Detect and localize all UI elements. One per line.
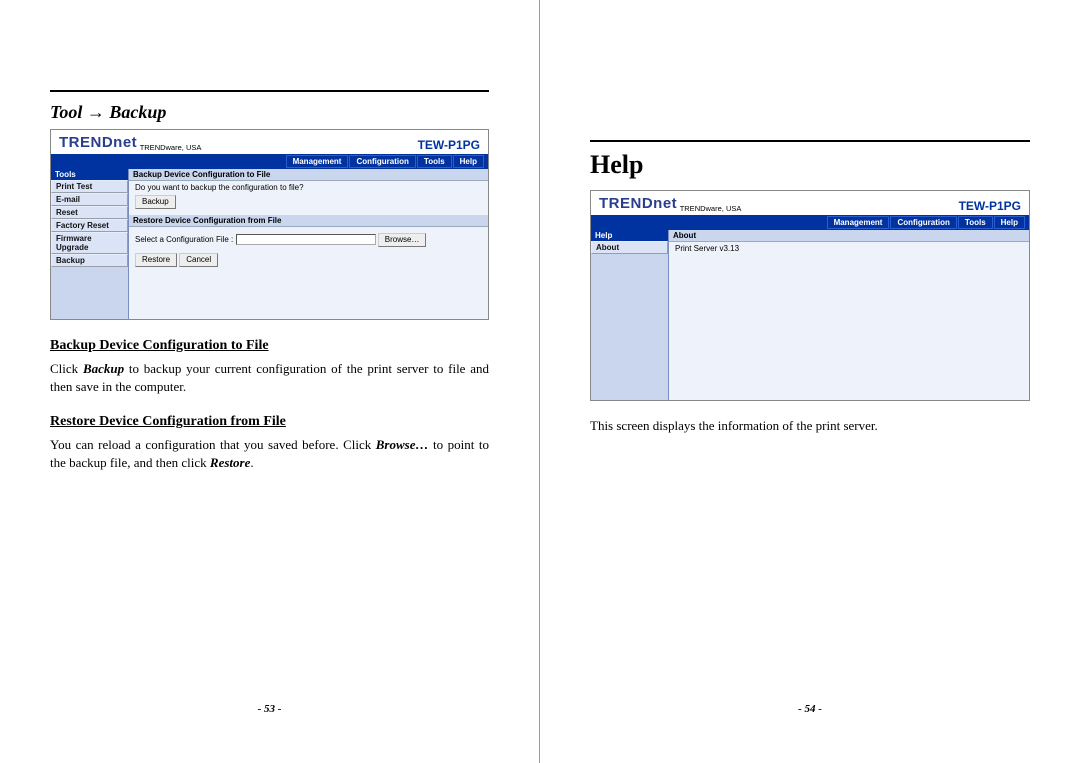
content-bar-about: About [669, 230, 1029, 242]
screenshot-tool-backup: TRENDnet TRENDware, USA TEW-P1PG Managem… [50, 129, 489, 320]
para-backup: Click Backup to backup your current conf… [50, 360, 489, 396]
subheading-restore: Restore Device Configuration from File [50, 414, 489, 430]
top-nav: Management Configuration Tools Help [51, 154, 488, 169]
nav-help[interactable]: Help [453, 155, 484, 168]
subheading-backup: Backup Device Configuration to File [50, 338, 489, 354]
sidebar-item-reset[interactable]: Reset [51, 206, 128, 219]
caption-help: This screen displays the information of … [590, 417, 1030, 435]
browse-button[interactable]: Browse… [378, 233, 427, 247]
sidebar-item-print-test[interactable]: Print Test [51, 180, 128, 193]
brand-subtitle: TRENDware, USA [680, 204, 742, 213]
sidebar-header: Help [591, 230, 668, 241]
nav-tools[interactable]: Tools [417, 155, 452, 168]
file-path-input[interactable] [236, 234, 376, 245]
sidebar: Tools Print Test E-mail Reset Factory Re… [51, 169, 129, 319]
nav-configuration[interactable]: Configuration [890, 216, 956, 229]
nav-management[interactable]: Management [286, 155, 349, 168]
nav-tools[interactable]: Tools [958, 216, 993, 229]
section-rule [590, 140, 1030, 142]
nav-help[interactable]: Help [994, 216, 1025, 229]
sidebar-item-about[interactable]: About [591, 241, 668, 254]
brand-subtitle: TRENDware, USA [140, 143, 202, 152]
section-rule [50, 90, 489, 92]
sidebar: Help About [591, 230, 669, 400]
sidebar-item-factory-reset[interactable]: Factory Reset [51, 219, 128, 232]
nav-configuration[interactable]: Configuration [349, 155, 415, 168]
sidebar-header: Tools [51, 169, 128, 180]
screenshot-help: TRENDnet TRENDware, USA TEW-P1PG Managem… [590, 190, 1030, 401]
model-label: TEW-P1PG [418, 138, 480, 152]
page-number-left: - 53 - [0, 703, 539, 715]
select-file-label: Select a Configuration File : [135, 235, 233, 244]
nav-management[interactable]: Management [827, 216, 890, 229]
page-number-right: - 54 - [540, 703, 1080, 715]
sidebar-item-firmware-upgrade[interactable]: Firmware Upgrade [51, 232, 128, 254]
backup-question: Do you want to backup the configuration … [135, 183, 482, 192]
sidebar-item-email[interactable]: E-mail [51, 193, 128, 206]
top-nav: Management Configuration Tools Help [591, 215, 1029, 230]
about-text: Print Server v3.13 [675, 244, 739, 253]
page-right: Help TRENDnet TRENDware, USA TEW-P1PG Ma… [540, 0, 1080, 763]
para-restore: You can reload a configuration that you … [50, 436, 489, 472]
restore-button[interactable]: Restore [135, 253, 177, 267]
page-title-help: Help [590, 150, 1030, 180]
breadcrumb-title: Tool → Backup [50, 102, 489, 123]
cancel-button[interactable]: Cancel [179, 253, 218, 267]
sidebar-item-backup[interactable]: Backup [51, 254, 128, 267]
content-bar-backup: Backup Device Configuration to File [129, 169, 488, 181]
brand-logo: TRENDnet [599, 195, 677, 212]
content-bar-restore: Restore Device Configuration from File [129, 215, 488, 227]
backup-button[interactable]: Backup [135, 195, 176, 209]
page-left: Tool → Backup TRENDnet TRENDware, USA TE… [0, 0, 540, 763]
model-label: TEW-P1PG [959, 199, 1021, 213]
brand-logo: TRENDnet [59, 134, 137, 151]
